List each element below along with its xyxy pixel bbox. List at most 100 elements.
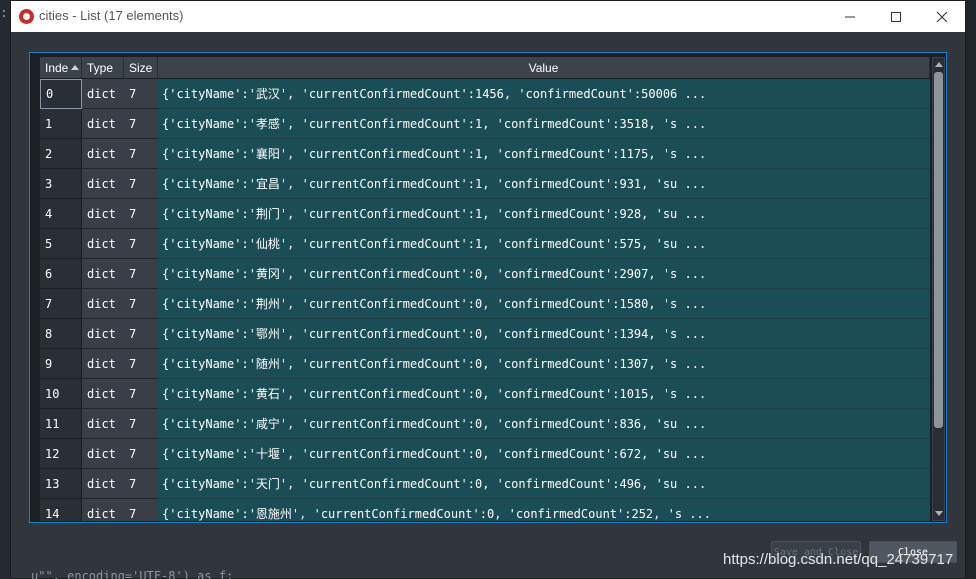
row-type[interactable]: dict (82, 109, 124, 139)
row-type[interactable]: dict (82, 349, 124, 379)
row-value[interactable]: {'cityName':'随州', 'currentConfirmedCount… (158, 349, 930, 379)
table-row[interactable]: 7 dict 7 {'cityName':'荆州', 'currentConfi… (40, 289, 930, 319)
row-size[interactable]: 7 (124, 439, 158, 469)
scroll-up-icon[interactable] (935, 62, 943, 67)
row-value[interactable]: {'cityName':'黄冈', 'currentConfirmedCount… (158, 259, 930, 289)
row-type[interactable]: dict (82, 169, 124, 199)
maximize-icon (891, 11, 901, 22)
row-index[interactable]: 8 (40, 319, 82, 349)
row-size[interactable]: 7 (124, 199, 158, 229)
row-index[interactable]: 3 (40, 169, 82, 199)
row-size[interactable]: 7 (124, 409, 158, 439)
table-row[interactable]: 1 dict 7 {'cityName':'孝感', 'currentConfi… (40, 109, 930, 139)
table-row[interactable]: 9 dict 7 {'cityName':'随州', 'currentConfi… (40, 349, 930, 379)
app-logo-icon (19, 9, 34, 24)
header-size[interactable]: Size (124, 57, 158, 78)
table-row[interactable]: 8 dict 7 {'cityName':'鄂州', 'currentConfi… (40, 319, 930, 349)
row-size[interactable]: 7 (124, 469, 158, 499)
window-title: cities - List (17 elements) (39, 8, 184, 23)
row-type[interactable]: dict (82, 79, 124, 109)
row-index[interactable]: 13 (40, 469, 82, 499)
row-size[interactable]: 7 (124, 79, 158, 109)
row-type[interactable]: dict (82, 439, 124, 469)
table-row[interactable]: 4 dict 7 {'cityName':'荆门', 'currentConfi… (40, 199, 930, 229)
row-size[interactable]: 7 (124, 379, 158, 409)
row-size[interactable]: 7 (124, 139, 158, 169)
table-row[interactable]: 12 dict 7 {'cityName':'十堰', 'currentConf… (40, 439, 930, 469)
row-value[interactable]: {'cityName':'鄂州', 'currentConfirmedCount… (158, 319, 930, 349)
header-type-label: Type (87, 60, 114, 75)
row-value[interactable]: {'cityName':'宜昌', 'currentConfirmedCount… (158, 169, 930, 199)
header-index[interactable]: Inde (40, 57, 82, 78)
row-index[interactable]: 9 (40, 349, 82, 379)
header-size-label: Size (129, 60, 153, 75)
header-value[interactable]: Value (158, 57, 930, 78)
row-index[interactable]: 12 (40, 439, 82, 469)
row-size[interactable]: 7 (124, 499, 158, 521)
row-value[interactable]: {'cityName':'十堰', 'currentConfirmedCount… (158, 439, 930, 469)
minimize-button[interactable] (827, 1, 873, 32)
scrollbar-thumb[interactable] (934, 72, 943, 428)
row-type[interactable]: dict (82, 469, 124, 499)
close-icon (936, 11, 948, 22)
row-type[interactable]: dict (82, 289, 124, 319)
row-value[interactable]: {'cityName':'襄阳', 'currentConfirmedCount… (158, 139, 930, 169)
row-value[interactable]: {'cityName':'荆州', 'currentConfirmedCount… (158, 289, 930, 319)
row-index[interactable]: 7 (40, 289, 82, 319)
sort-ascending-icon (71, 65, 79, 70)
watermark-text: https://blog.csdn.net/qq_24739717 (723, 551, 954, 568)
row-type[interactable]: dict (82, 139, 124, 169)
row-index[interactable]: 4 (40, 199, 82, 229)
header-type[interactable]: Type (82, 57, 124, 78)
row-value[interactable]: {'cityName':'仙桃', 'currentConfirmedCount… (158, 229, 930, 259)
row-value[interactable]: {'cityName':'荆门', 'currentConfirmedCount… (158, 199, 930, 229)
row-value[interactable]: {'cityName':'武汉', 'currentConfirmedCount… (158, 79, 930, 109)
row-size[interactable]: 7 (124, 109, 158, 139)
row-index[interactable]: 10 (40, 379, 82, 409)
background-editor-strip: : (0, 0, 10, 579)
close-window-button[interactable] (919, 1, 965, 32)
table-row[interactable]: 10 dict 7 {'cityName':'黄石', 'currentConf… (40, 379, 930, 409)
row-type[interactable]: dict (82, 409, 124, 439)
table-row[interactable]: 11 dict 7 {'cityName':'咸宁', 'currentConf… (40, 409, 930, 439)
row-index[interactable]: 5 (40, 229, 82, 259)
table-row[interactable]: 0 dict 7 {'cityName':'武汉', 'currentConfi… (40, 79, 930, 109)
row-index[interactable]: 1 (40, 109, 82, 139)
row-index[interactable]: 11 (40, 409, 82, 439)
list-table[interactable]: Inde Type Size Value 0 dict 7 {'cityName… (29, 52, 947, 523)
row-size[interactable]: 7 (124, 169, 158, 199)
title-bar[interactable]: cities - List (17 elements) (11, 1, 965, 32)
row-index[interactable]: 2 (40, 139, 82, 169)
row-size[interactable]: 7 (124, 289, 158, 319)
row-type[interactable]: dict (82, 499, 124, 521)
row-index[interactable]: 6 (40, 259, 82, 289)
list-viewer-dialog: cities - List (17 elements) Inde Type Si… (10, 0, 966, 579)
header-value-label: Value (528, 60, 559, 75)
table-row[interactable]: 13 dict 7 {'cityName':'天门', 'currentConf… (40, 469, 930, 499)
row-type[interactable]: dict (82, 319, 124, 349)
row-value[interactable]: {'cityName':'孝感', 'currentConfirmedCount… (158, 109, 930, 139)
scroll-down-icon[interactable] (935, 511, 943, 516)
row-index[interactable]: 14 (40, 499, 82, 521)
table-row[interactable]: 5 dict 7 {'cityName':'仙桃', 'currentConfi… (40, 229, 930, 259)
vertical-scrollbar[interactable] (932, 57, 945, 521)
row-type[interactable]: dict (82, 199, 124, 229)
row-type[interactable]: dict (82, 379, 124, 409)
row-size[interactable]: 7 (124, 229, 158, 259)
table-row[interactable]: 6 dict 7 {'cityName':'黄冈', 'currentConfi… (40, 259, 930, 289)
table-row[interactable]: 3 dict 7 {'cityName':'宜昌', 'currentConfi… (40, 169, 930, 199)
row-type[interactable]: dict (82, 259, 124, 289)
row-size[interactable]: 7 (124, 349, 158, 379)
row-value[interactable]: {'cityName':'黄石', 'currentConfirmedCount… (158, 379, 930, 409)
table-row[interactable]: 2 dict 7 {'cityName':'襄阳', 'currentConfi… (40, 139, 930, 169)
table-row[interactable]: 14 dict 7 {'cityName':'恩施州', 'currentCon… (40, 499, 930, 521)
row-size[interactable]: 7 (124, 319, 158, 349)
table-header: Inde Type Size Value (40, 57, 930, 78)
row-index[interactable]: 0 (40, 79, 82, 109)
maximize-button[interactable] (873, 1, 919, 32)
row-type[interactable]: dict (82, 229, 124, 259)
row-value[interactable]: {'cityName':'恩施州', 'currentConfirmedCoun… (158, 499, 930, 521)
row-size[interactable]: 7 (124, 259, 158, 289)
row-value[interactable]: {'cityName':'天门', 'currentConfirmedCount… (158, 469, 930, 499)
row-value[interactable]: {'cityName':'咸宁', 'currentConfirmedCount… (158, 409, 930, 439)
